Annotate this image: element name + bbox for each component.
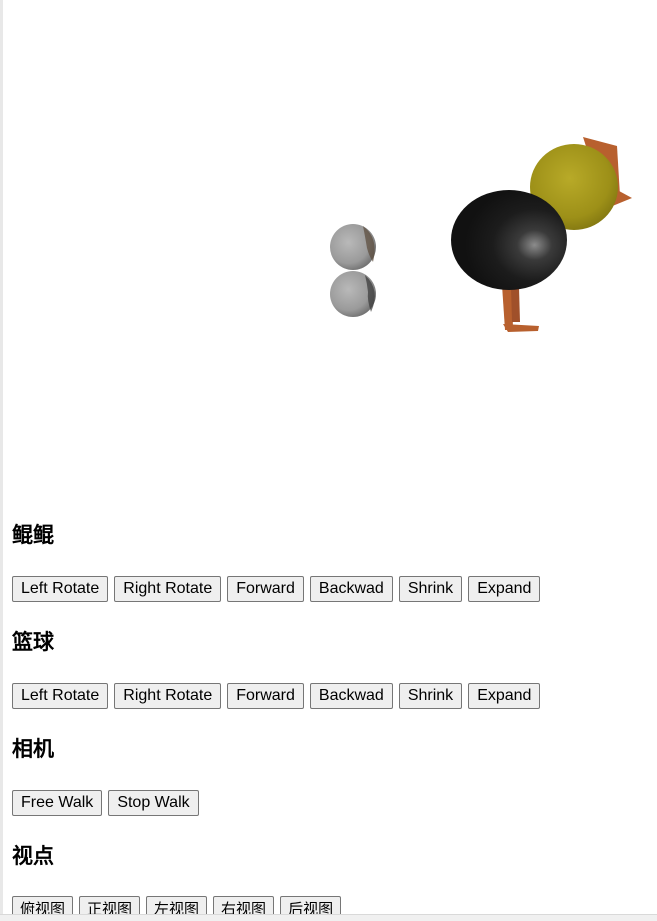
free-walk-button[interactable]: Free Walk <box>12 790 103 816</box>
kunkun-controls: Left Rotate Right Rotate Forward Backwad… <box>12 576 541 602</box>
kunkun-left-rotate-button[interactable]: Left Rotate <box>12 576 109 602</box>
section-title-basketball: 篮球 <box>12 630 54 654</box>
basketball-left-rotate-button[interactable]: Left Rotate <box>12 683 109 709</box>
section-title-kunkun: 鲲鲲 <box>12 523 54 547</box>
chicken-model <box>451 137 632 332</box>
section-title-camera: 相机 <box>12 737 54 761</box>
camera-controls: Free Walk Stop Walk <box>12 790 199 816</box>
chicken-foot <box>503 324 539 332</box>
kunkun-expand-button[interactable]: Expand <box>468 576 541 602</box>
webgl-page: 鲲鲲 Left Rotate Right Rotate Forward Back… <box>0 0 657 921</box>
basketball-forward-button[interactable]: Forward <box>227 683 304 709</box>
horizontal-scrollbar[interactable] <box>0 914 657 921</box>
basketball-backward-button[interactable]: Backwad <box>309 683 393 709</box>
kunkun-shrink-button[interactable]: Shrink <box>398 576 463 602</box>
section-title-viewpoint: 视点 <box>12 844 54 868</box>
basketball-right-rotate-button[interactable]: Right Rotate <box>114 683 222 709</box>
basketball-model <box>330 224 376 317</box>
basketball-shrink-button[interactable]: Shrink <box>398 683 463 709</box>
chicken-body <box>451 190 567 290</box>
scene-render <box>330 137 632 332</box>
stop-walk-button[interactable]: Stop Walk <box>108 790 199 816</box>
kunkun-forward-button[interactable]: Forward <box>227 576 304 602</box>
basketball-expand-button[interactable]: Expand <box>468 683 541 709</box>
scene-canvas[interactable] <box>3 0 657 500</box>
basketball-controls: Left Rotate Right Rotate Forward Backwad… <box>12 683 541 709</box>
kunkun-backward-button[interactable]: Backwad <box>309 576 393 602</box>
kunkun-right-rotate-button[interactable]: Right Rotate <box>114 576 222 602</box>
